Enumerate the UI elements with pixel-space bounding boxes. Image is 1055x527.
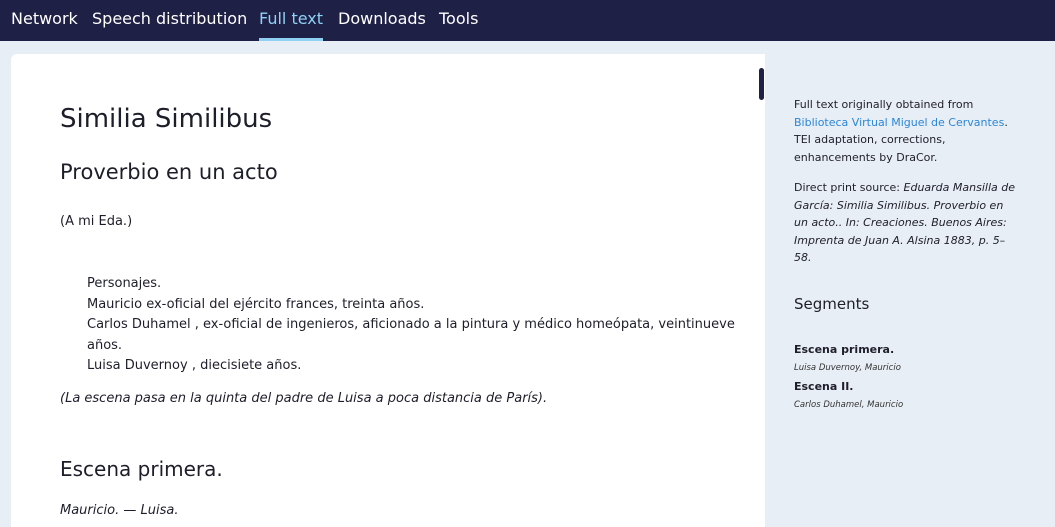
tab-label: Downloads (338, 9, 426, 28)
main-panel: Similia Similibus Proverbio en un acto (… (11, 54, 1044, 527)
segment-speakers: Carlos Duhamel, Mauricio (794, 400, 904, 410)
tab-speech-distribution[interactable]: Speech distribution (92, 0, 247, 41)
scene-speakers: Mauricio. — Luisa. (60, 503, 179, 518)
segment-link[interactable]: Escena II. (794, 380, 854, 393)
segments-title: Segments (794, 295, 870, 313)
tab-network[interactable]: Network (11, 0, 78, 41)
top-navigation: Network Speech distribution Full text Do… (0, 0, 1055, 41)
segments-card: Segments Escena primera. Luisa Duvernoy,… (779, 281, 1030, 442)
dedication: (A mi Eda.) (60, 214, 133, 229)
cast-list: Personajes. Mauricio ex-oficial del ejér… (87, 274, 737, 377)
play-title: Similia Similibus (60, 104, 273, 134)
tab-label: Full text (259, 9, 324, 28)
segment-link[interactable]: Escena primera. (794, 343, 894, 356)
stage-direction: (La escena pasa en la quinta del padre d… (60, 391, 548, 406)
tab-label: Tools (439, 9, 479, 28)
scrollbar-thumb[interactable] (759, 68, 764, 100)
print-source: Direct print source: Eduarda Mansilla de… (794, 179, 1019, 267)
cast-heading: Personajes. (87, 276, 162, 291)
tab-label: Network (11, 9, 78, 28)
cast-member: Luisa Duvernoy , diecisiete años. (87, 358, 302, 373)
source-link[interactable]: Biblioteca Virtual Miguel de Cervantes (794, 116, 1004, 129)
tab-downloads[interactable]: Downloads (338, 0, 426, 41)
print-source-label: Direct print source: (794, 181, 904, 194)
tab-tools[interactable]: Tools (439, 0, 478, 41)
scene-heading: Escena primera. (60, 457, 223, 481)
cast-member: Mauricio ex-oficial del ejército frances… (87, 296, 425, 312)
segment-speakers: Luisa Duvernoy, Mauricio (794, 363, 901, 373)
source-intro: Full text originally obtained from (794, 98, 974, 111)
play-subtitle: Proverbio en un acto (60, 160, 278, 184)
tab-label: Speech distribution (92, 9, 248, 28)
tab-full-text[interactable]: Full text (259, 0, 324, 41)
active-tab-indicator (259, 38, 324, 41)
source-info-card: Full text originally obtained from Bibli… (779, 68, 1030, 267)
cast-member: Carlos Duhamel , ex-oficial de ingeniero… (87, 317, 735, 353)
source-credit: Full text originally obtained from Bibli… (794, 96, 1019, 166)
